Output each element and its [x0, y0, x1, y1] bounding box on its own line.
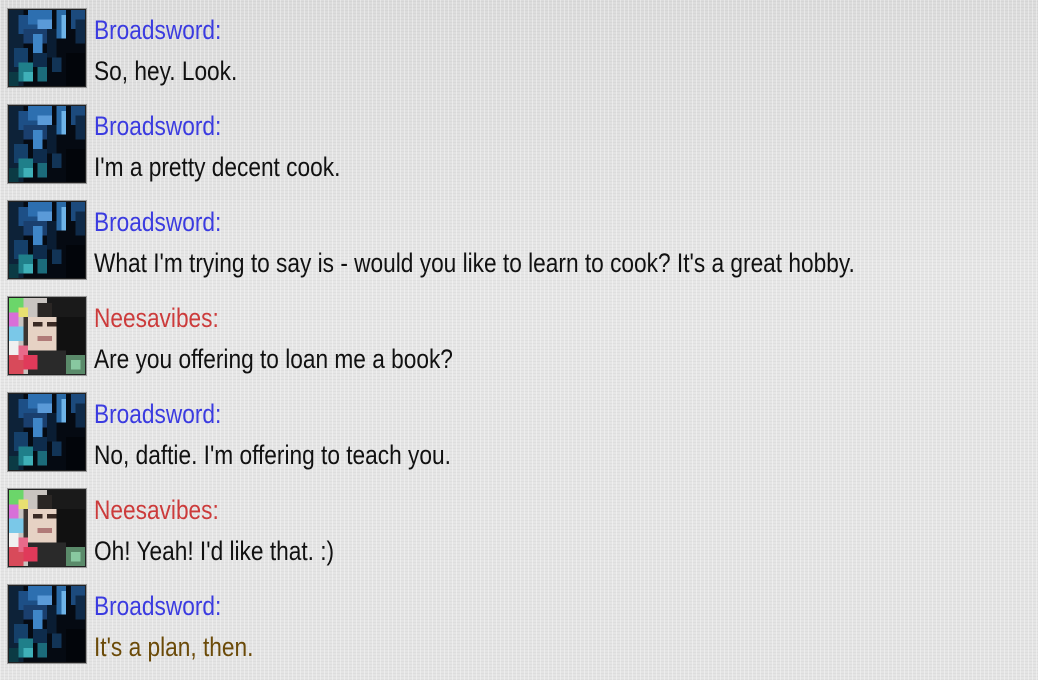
message-text: Are you offering to loan me a book?: [94, 344, 453, 374]
message-text: I'm a pretty decent cook.: [94, 152, 341, 182]
message-text: Oh! Yeah! I'd like that. :): [94, 536, 335, 566]
broadsword-avatar-icon: [8, 393, 86, 471]
speaker-name: Neesavibes:: [94, 303, 219, 333]
chat-message: Broadsword: It's a plan, then.: [8, 582, 1033, 670]
speaker-name: Broadsword:: [94, 111, 222, 141]
speaker-name: Broadsword:: [94, 15, 222, 45]
chat-message: Broadsword: What I'm trying to say is - …: [8, 198, 1033, 286]
chat-message: Neesavibes: Oh! Yeah! I'd like that. :): [8, 486, 1033, 574]
speaker-name: Broadsword:: [94, 591, 222, 621]
message-text: So, hey. Look.: [94, 56, 238, 86]
speaker-name: Broadsword:: [94, 399, 222, 429]
chat-message: Broadsword: So, hey. Look.: [8, 6, 1033, 94]
message-text: What I'm trying to say is - would you li…: [94, 248, 855, 278]
broadsword-avatar-icon: [8, 201, 86, 279]
speaker-name: Neesavibes:: [94, 495, 219, 525]
neesavibes-avatar-icon: [8, 489, 86, 567]
broadsword-avatar-icon: [8, 9, 86, 87]
broadsword-avatar-icon: [8, 105, 86, 183]
message-text-current[interactable]: It's a plan, then.: [94, 631, 253, 663]
message-text: No, daftie. I'm offering to teach you.: [94, 440, 451, 470]
neesavibes-avatar-icon: [8, 297, 86, 375]
chat-log: Broadsword: So, hey. Look. Broadsword: I…: [0, 0, 1038, 680]
broadsword-avatar-icon: [8, 585, 86, 663]
chat-message: Neesavibes: Are you offering to loan me …: [8, 294, 1033, 382]
chat-message: Broadsword: No, daftie. I'm offering to …: [8, 390, 1033, 478]
chat-message: Broadsword: I'm a pretty decent cook.: [8, 102, 1033, 190]
speaker-name: Broadsword:: [94, 207, 222, 237]
